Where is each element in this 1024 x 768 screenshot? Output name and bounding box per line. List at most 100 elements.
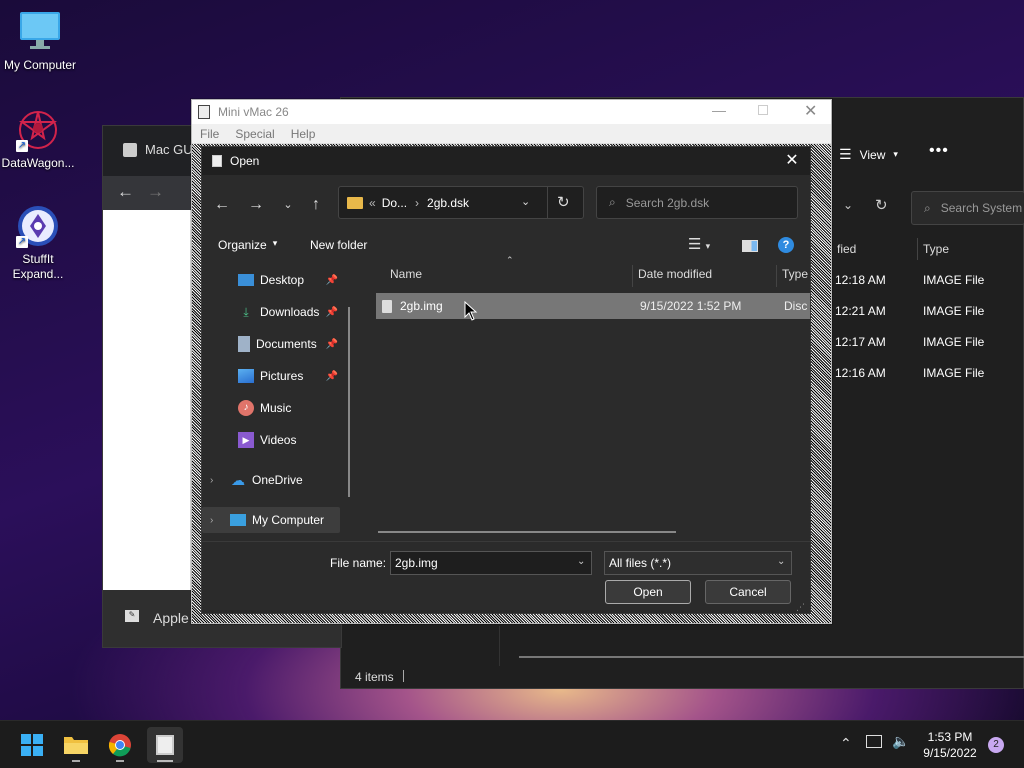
open-button[interactable]: Open: [605, 580, 691, 604]
horizontal-scrollbar[interactable]: [378, 531, 676, 533]
sidebar-item-downloads[interactable]: ⤓ Downloads 📌: [202, 299, 350, 325]
resize-grip-icon[interactable]: ⋰: [796, 602, 805, 613]
view-options-icon[interactable]: ☰ ▾: [688, 235, 710, 253]
file-type-select[interactable]: All files (*.*) ⌄: [604, 551, 792, 575]
bottom-text: Apple: [153, 610, 189, 626]
column-header-modified[interactable]: fied: [837, 242, 856, 256]
sidebar-item-documents[interactable]: Documents 📌: [202, 331, 350, 357]
column-header-name[interactable]: Name: [390, 261, 422, 287]
chevron-down-icon[interactable]: ⌄: [843, 198, 853, 212]
address-bar[interactable]: « Do... › 2gb.dsk ⌄ ↻: [338, 186, 584, 219]
sidebar-item-videos[interactable]: ▶ Videos: [202, 427, 350, 453]
search-icon: ⌕: [609, 195, 616, 209]
pin-icon[interactable]: 📌: [326, 275, 338, 286]
breadcrumb-item[interactable]: Do...: [382, 196, 407, 210]
sidebar-item-pictures[interactable]: Pictures 📌: [202, 363, 350, 389]
windows-logo-icon: [21, 734, 43, 756]
sidebar-item-music[interactable]: ♪ Music: [202, 395, 350, 421]
sidebar-scrollbar[interactable]: [348, 307, 350, 497]
clock-date: 9/15/2022: [923, 746, 977, 760]
file-icon: [382, 299, 392, 313]
list-item[interactable]: 12:17 AM IMAGE File: [835, 335, 1024, 349]
chevron-up-icon[interactable]: ⌃: [840, 735, 852, 752]
breadcrumb-item[interactable]: 2gb.dsk: [427, 196, 469, 210]
column-header-type[interactable]: Type: [923, 242, 949, 256]
chevron-down-icon[interactable]: ⌄: [777, 556, 785, 567]
menu-file[interactable]: File: [192, 127, 227, 141]
vmac-title-bar[interactable]: Mini vMac 26 — ✕: [192, 100, 831, 124]
back-arrow-icon[interactable]: ←: [117, 182, 134, 202]
taskbar-file-explorer[interactable]: [58, 727, 94, 763]
recent-locations-chevron-icon[interactable]: ⌄: [276, 193, 300, 217]
list-item[interactable]: 12:21 AM IMAGE File: [835, 304, 1024, 318]
desktop-icon-my-computer[interactable]: My Computer: [0, 10, 80, 72]
running-indicator: [116, 760, 124, 762]
desktop-icon-label: My Computer: [3, 58, 77, 72]
file-name-label: File name:: [330, 556, 387, 570]
monitor-icon: [18, 10, 62, 54]
refresh-icon[interactable]: ↻: [557, 193, 570, 211]
more-options-icon[interactable]: •••: [929, 142, 949, 160]
file-name-input[interactable]: 2gb.img ⌄: [390, 551, 592, 575]
sidebar-item-my-computer[interactable]: › My Computer: [202, 507, 340, 533]
refresh-icon[interactable]: ↻: [875, 196, 888, 214]
datawagon-icon: ↗: [16, 108, 60, 152]
browser-tab[interactable]: Mac GU: [123, 142, 193, 157]
column-header-date[interactable]: Date modified: [638, 261, 712, 287]
table-row[interactable]: 2gb.img 9/15/2022 1:52 PM Disc: [376, 293, 810, 319]
pin-icon[interactable]: 📌: [326, 339, 338, 350]
chrome-icon: [108, 734, 131, 757]
notification-badge[interactable]: 2: [988, 737, 1004, 753]
column-header-type[interactable]: Type: [782, 261, 808, 287]
pin-icon[interactable]: 📌: [326, 371, 338, 382]
navigation-pane: Desktop 📌 ⤓ Downloads 📌 Documents 📌 Pict…: [202, 261, 354, 541]
chevron-right-icon[interactable]: ›: [210, 515, 230, 526]
open-file-dialog[interactable]: Open ✕ ← → ⌄ ↑ « Do... › 2gb.dsk ⌄ ↻ ⌕ S…: [201, 146, 811, 614]
sort-ascending-icon: ⌃: [506, 255, 514, 265]
search-box[interactable]: ⌕ Search 2gb.dsk: [596, 186, 798, 219]
taskbar-mini-vmac[interactable]: [147, 727, 183, 763]
pane-divider: [499, 626, 500, 666]
desktop-icon-datawagon[interactable]: ↗ DataWagon...: [0, 108, 78, 170]
forward-arrow-icon[interactable]: →: [147, 182, 164, 202]
start-button[interactable]: [14, 727, 50, 763]
close-icon[interactable]: ✕: [782, 151, 802, 171]
dialog-app-icon: [212, 155, 222, 167]
view-menu-button[interactable]: ☰ View ▾: [839, 146, 898, 163]
menu-help[interactable]: Help: [283, 127, 324, 141]
desktop-icon-stuffit[interactable]: ↗ StuffIt Expand...: [0, 204, 78, 282]
preview-pane-icon[interactable]: [742, 240, 758, 252]
maximize-button[interactable]: [758, 105, 768, 115]
taskbar-chrome[interactable]: [102, 727, 138, 763]
sidebar-item-onedrive[interactable]: › ☁ OneDrive: [202, 467, 350, 493]
list-item[interactable]: 12:16 AM IMAGE File: [835, 366, 1024, 380]
close-button[interactable]: ✕: [804, 101, 817, 121]
volume-icon[interactable]: 🔈: [892, 733, 909, 750]
shortcut-arrow-icon: ↗: [16, 236, 28, 248]
chevron-down-icon[interactable]: ⌄: [521, 195, 530, 208]
forward-arrow-icon[interactable]: →: [244, 193, 268, 217]
chevron-down-icon[interactable]: ⌄: [577, 556, 585, 567]
up-arrow-icon[interactable]: ↑: [304, 193, 328, 217]
app-icon: ✎: [125, 610, 139, 622]
column-separator: [917, 238, 918, 260]
back-arrow-icon[interactable]: ←: [210, 193, 234, 217]
explorer-search-box[interactable]: ⌕ Search System: [911, 191, 1024, 225]
list-item[interactable]: 12:18 AM IMAGE File: [835, 273, 1024, 287]
horizontal-scrollbar[interactable]: [519, 656, 1024, 658]
chevron-right-icon[interactable]: ›: [210, 475, 230, 486]
dialog-nav-bar: ← → ⌄ ↑ « Do... › 2gb.dsk ⌄ ↻ ⌕ Search 2…: [202, 175, 810, 231]
clock[interactable]: 1:53 PM 9/15/2022: [918, 729, 982, 761]
sidebar-item-desktop[interactable]: Desktop 📌: [202, 267, 350, 293]
dialog-title-bar[interactable]: Open ✕: [202, 147, 810, 175]
organize-button[interactable]: Organize ▾: [218, 238, 277, 252]
new-folder-button[interactable]: New folder: [310, 238, 367, 252]
pin-icon[interactable]: 📌: [326, 307, 338, 318]
minimize-button[interactable]: —: [712, 102, 726, 118]
cancel-button[interactable]: Cancel: [705, 580, 791, 604]
network-icon[interactable]: [866, 735, 882, 748]
menu-special[interactable]: Special: [227, 127, 282, 141]
address-separator: [547, 187, 548, 218]
help-icon[interactable]: ?: [778, 237, 794, 253]
document-icon: [238, 336, 250, 352]
